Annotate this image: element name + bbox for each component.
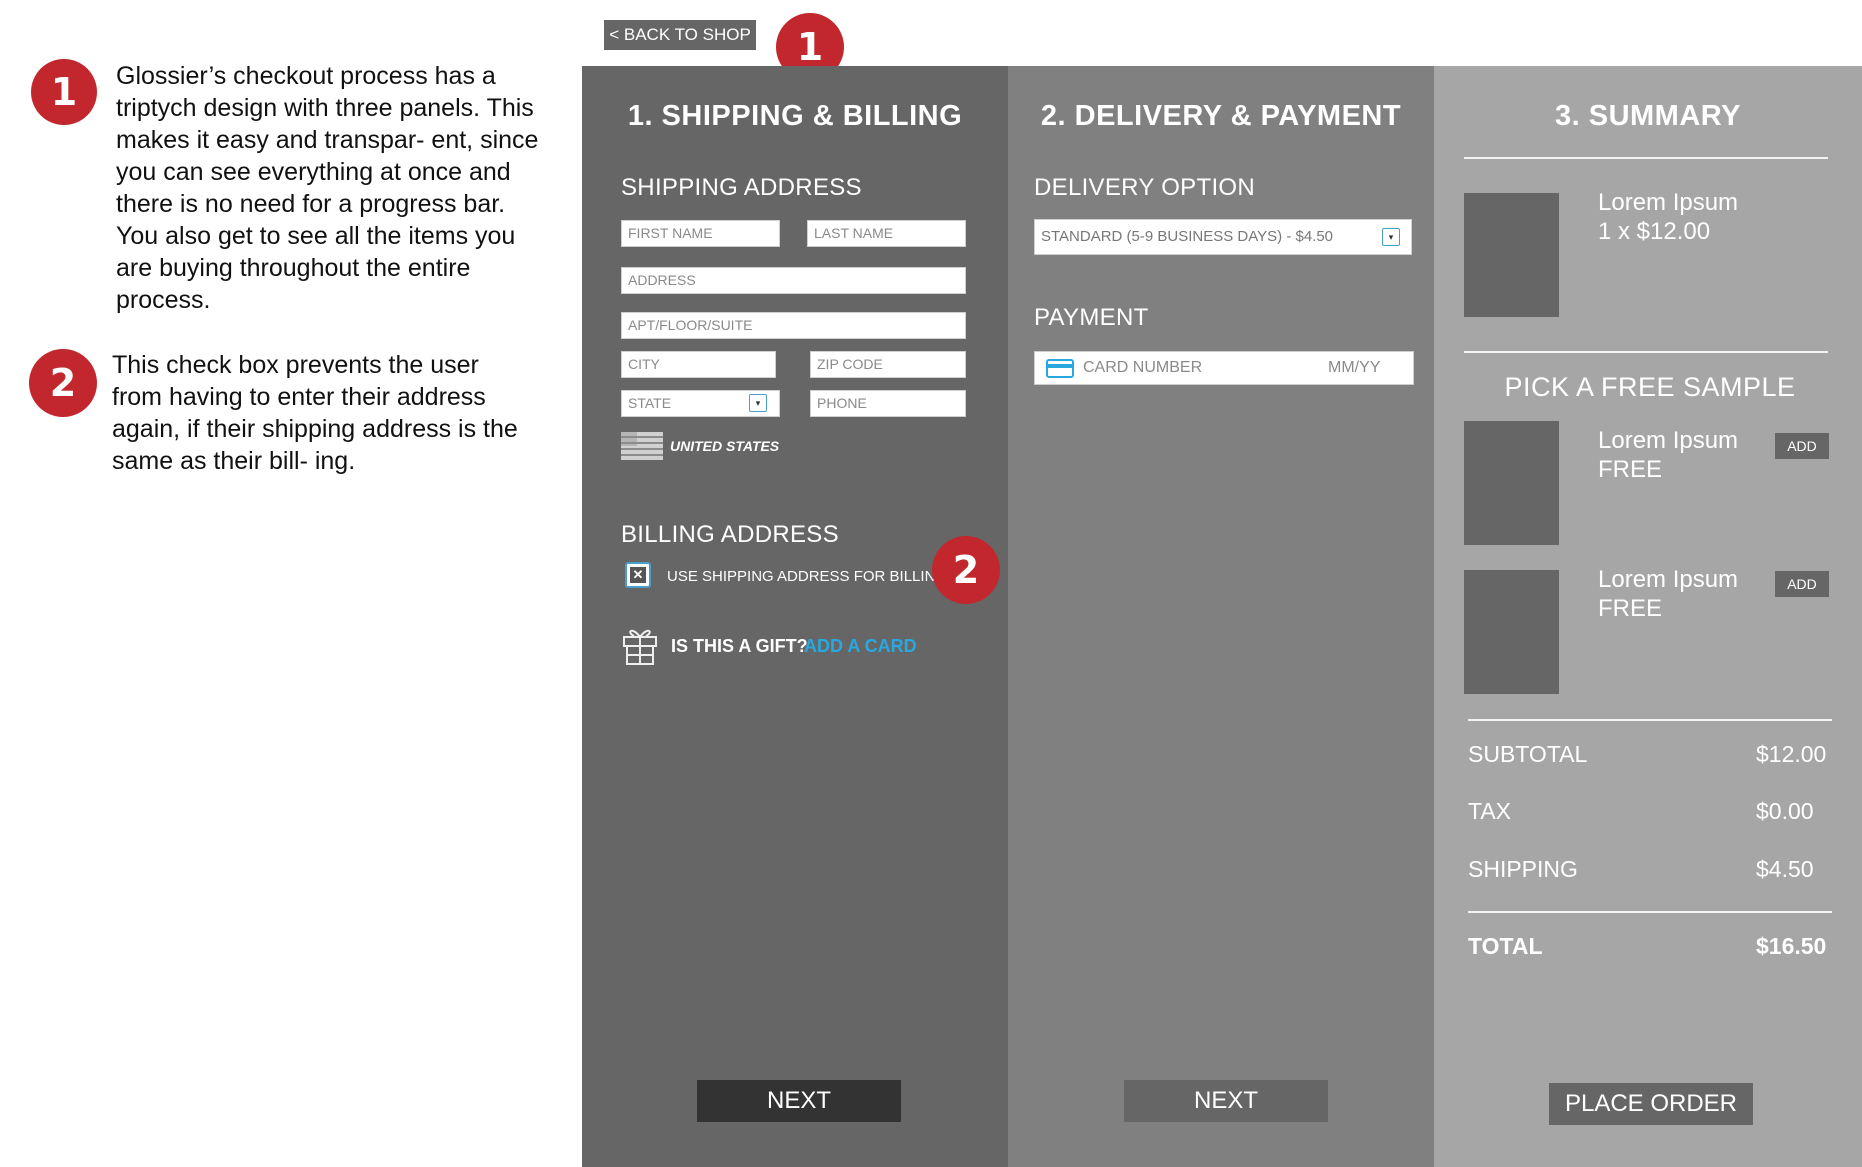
chevron-down-icon[interactable]: ▾ — [1382, 228, 1400, 246]
payment-heading: PAYMENT — [1034, 304, 1149, 331]
summary-divider — [1464, 157, 1828, 159]
sample-name: Lorem Ipsum — [1598, 566, 1739, 593]
place-order-button[interactable]: PLACE ORDER — [1549, 1083, 1753, 1125]
subtotal-label: SUBTOTAL — [1468, 741, 1588, 767]
credit-card-icon — [1046, 359, 1074, 378]
last-name-field[interactable]: LAST NAME — [807, 220, 966, 247]
tax-label: TAX — [1468, 798, 1512, 824]
sample-price: FREE — [1598, 595, 1663, 622]
sample-price: FREE — [1598, 456, 1663, 483]
summary-panel: 3. SUMMARY Lorem Ipsum 1 x $12.00 PICK A… — [1434, 66, 1862, 1167]
item-thumbnail — [1464, 193, 1559, 317]
shipping-label: SHIPPING — [1468, 856, 1578, 882]
total-value: $16.50 — [1756, 933, 1827, 959]
gift-icon — [622, 624, 658, 666]
tax-value: $0.00 — [1756, 798, 1814, 824]
summary-divider — [1468, 911, 1832, 913]
annotation-marker-2: 2 — [932, 536, 1000, 604]
country-label[interactable]: UNITED STATES — [670, 438, 779, 454]
gift-label: IS THIS A GIFT? — [671, 636, 808, 656]
state-select-label: STATE — [628, 395, 672, 411]
delivery-next-button[interactable]: NEXT — [1124, 1080, 1328, 1122]
first-name-field[interactable]: FIRST NAME — [621, 220, 780, 247]
card-number-placeholder: CARD NUMBER — [1083, 359, 1203, 376]
add-card-link[interactable]: ADD A CARD — [804, 636, 917, 657]
zip-code-field[interactable]: ZIP CODE — [810, 351, 966, 378]
delivery-option-heading: DELIVERY OPTION — [1034, 174, 1256, 201]
address-field[interactable]: ADDRESS — [621, 267, 966, 294]
subtotal-value: $12.00 — [1756, 741, 1827, 767]
use-shipping-label: USE SHIPPING ADDRESS FOR BILLING — [667, 568, 948, 585]
panel-title-summary: 3. SUMMARY — [1555, 100, 1741, 132]
total-label: TOTAL — [1468, 933, 1543, 959]
add-sample-button[interactable]: ADD — [1775, 571, 1829, 597]
us-flag-icon — [621, 432, 663, 460]
panel-title-shipping-billing: 1. SHIPPING & BILLING — [627, 100, 963, 132]
use-shipping-checkbox[interactable]: ✕ — [625, 562, 651, 588]
delivery-option-value: STANDARD (5-9 BUSINESS DAYS) - $4.50 — [1041, 228, 1334, 245]
annotation-badge-1: 1 — [31, 59, 97, 125]
expiry-placeholder[interactable]: MM/YY — [1328, 359, 1380, 377]
item-name: Lorem Ipsum — [1598, 189, 1739, 216]
shipping-billing-panel: 1. SHIPPING & BILLING SHIPPING ADDRESS F… — [582, 66, 1008, 1167]
phone-field[interactable]: PHONE — [810, 390, 966, 417]
summary-divider — [1468, 719, 1832, 721]
add-sample-button[interactable]: ADD — [1775, 433, 1829, 459]
sample-name: Lorem Ipsum — [1598, 427, 1739, 454]
city-field[interactable]: CITY — [621, 351, 776, 378]
free-sample-heading: PICK A FREE SAMPLE — [1504, 372, 1796, 402]
item-qty-price: 1 x $12.00 — [1598, 218, 1711, 245]
summary-divider — [1464, 351, 1828, 353]
shipping-next-button[interactable]: NEXT — [697, 1080, 901, 1122]
annotation-note-2: This check box prevents the user from ha… — [112, 351, 518, 475]
sample-thumbnail — [1464, 570, 1559, 694]
delivery-payment-panel: 2. DELIVERY & PAYMENT DELIVERY OPTION ST… — [1008, 66, 1434, 1167]
annotation-note-1: Glossier’s checkout process has a tripty… — [116, 62, 539, 314]
apt-floor-suite-field[interactable]: APT/FLOOR/SUITE — [621, 312, 966, 339]
delivery-option-select[interactable]: STANDARD (5-9 BUSINESS DAYS) - $4.50 — [1034, 219, 1412, 255]
shipping-address-heading: SHIPPING ADDRESS — [621, 174, 862, 201]
annotation-badge-2: 2 — [29, 349, 97, 417]
chevron-down-icon[interactable]: ▾ — [749, 394, 767, 412]
shipping-value: $4.50 — [1756, 856, 1814, 882]
sample-thumbnail — [1464, 421, 1559, 545]
panel-title-delivery-payment: 2. DELIVERY & PAYMENT — [1040, 100, 1402, 132]
billing-address-heading: BILLING ADDRESS — [621, 521, 839, 548]
back-to-shop-button[interactable]: < BACK TO SHOP — [604, 20, 756, 50]
checkbox-x-icon: ✕ — [630, 567, 646, 583]
